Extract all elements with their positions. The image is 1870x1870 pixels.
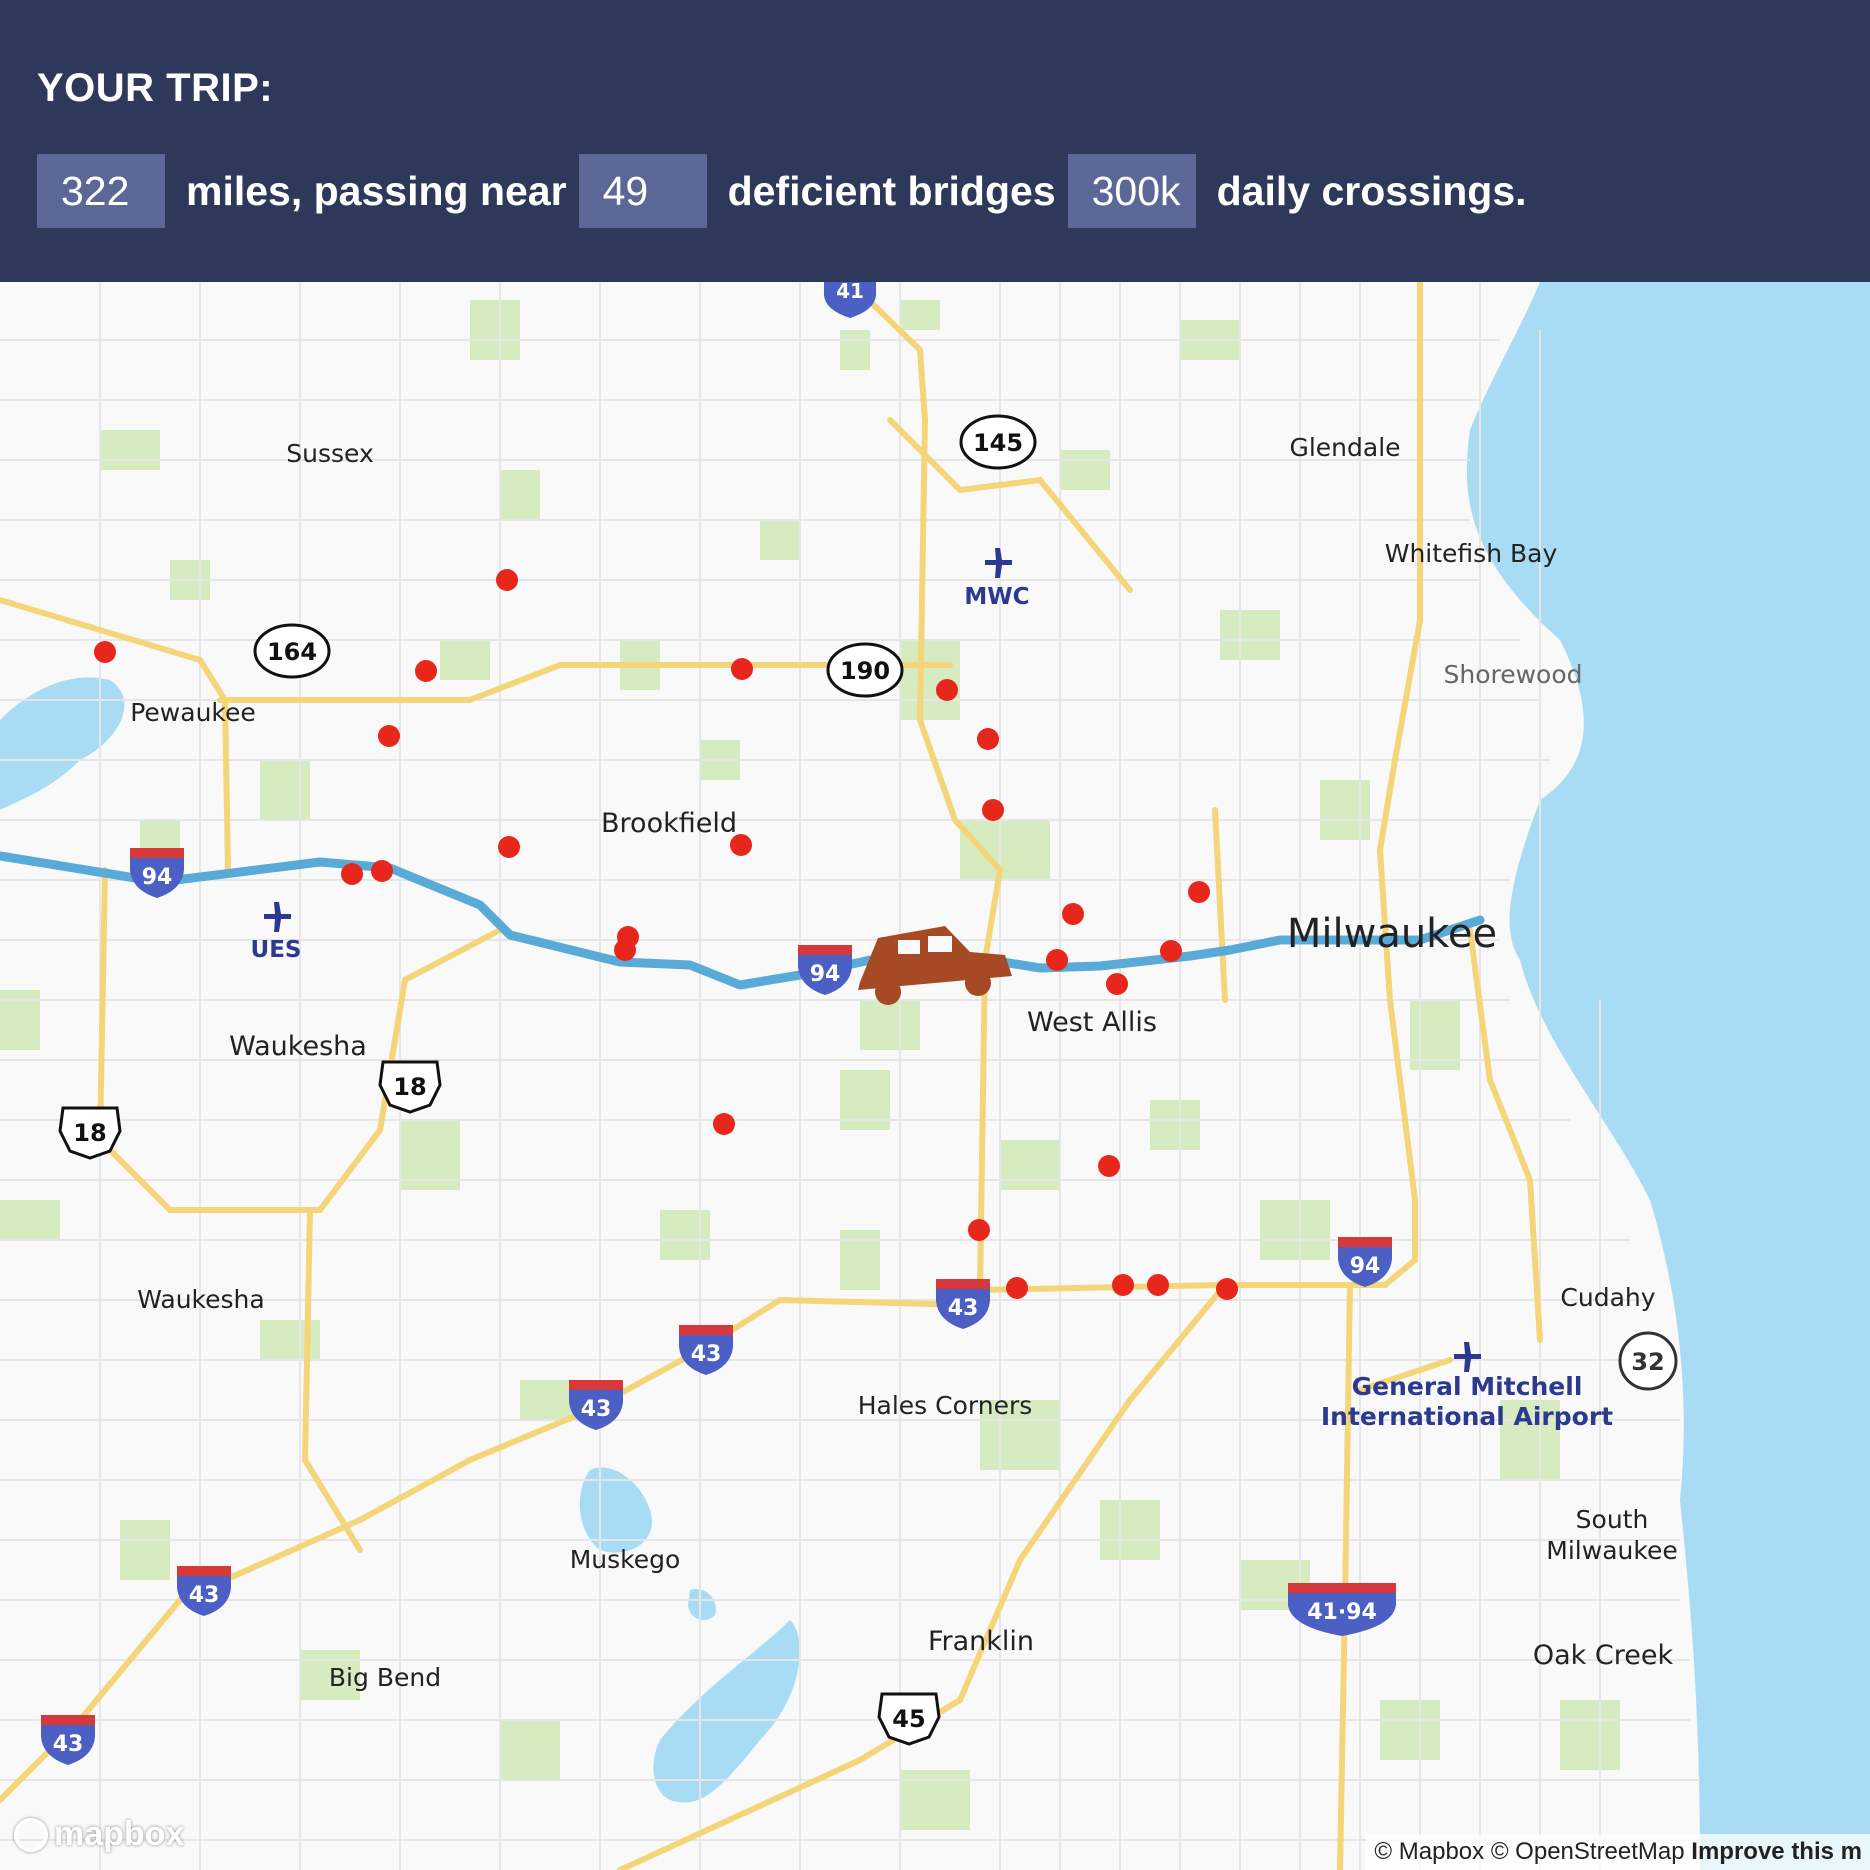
place-label-big-bend: Big Bend bbox=[329, 1663, 441, 1692]
place-label-oak-creek: Oak Creek bbox=[1533, 1640, 1674, 1671]
bridge-marker bbox=[731, 658, 753, 680]
bridge-marker bbox=[1106, 973, 1128, 995]
bridge-marker bbox=[968, 1219, 990, 1241]
place-label-waukesha: Waukesha bbox=[229, 1031, 367, 1062]
improve-map-link[interactable]: Improve this m bbox=[1691, 1838, 1862, 1865]
bridge-marker bbox=[614, 939, 636, 961]
airport-label-general-mitchell-1: General Mitchell bbox=[1352, 1372, 1583, 1401]
shield-sr190: 190 bbox=[826, 642, 904, 698]
svg-text:43: 43 bbox=[948, 1296, 979, 1321]
place-label-cudahy: Cudahy bbox=[1560, 1283, 1655, 1312]
place-label-muskego: Muskego bbox=[570, 1545, 681, 1574]
bridge-marker bbox=[1046, 949, 1068, 971]
trip-summary-header: YOUR TRIP: 322 miles, passing near 49 de… bbox=[0, 0, 1870, 282]
svg-text:18: 18 bbox=[73, 1119, 106, 1147]
svg-text:32: 32 bbox=[1631, 1348, 1664, 1376]
svg-text:41·94: 41·94 bbox=[1307, 1600, 1377, 1625]
svg-text:94: 94 bbox=[142, 865, 173, 890]
shield-us18-b: 18 bbox=[58, 1106, 122, 1160]
svg-text:164: 164 bbox=[267, 638, 317, 666]
map-canvas[interactable]: MWC UES General Mitchell International A… bbox=[0, 282, 1870, 1870]
place-label-waukesha-south: Waukesha bbox=[137, 1285, 264, 1314]
svg-text:94: 94 bbox=[1350, 1254, 1381, 1279]
airport-label-general-mitchell-2: International Airport bbox=[1321, 1402, 1613, 1431]
bridge-marker bbox=[94, 641, 116, 663]
svg-text:145: 145 bbox=[973, 429, 1023, 457]
bridge-marker bbox=[1216, 1278, 1238, 1300]
svg-text:18: 18 bbox=[393, 1073, 426, 1101]
bridge-marker bbox=[498, 836, 520, 858]
place-label-milwaukee: Milwaukee bbox=[1287, 911, 1497, 957]
bridge-marker bbox=[982, 799, 1004, 821]
place-label-whitefish-bay: Whitefish Bay bbox=[1385, 539, 1558, 568]
place-label-shorewood: Shorewood bbox=[1443, 660, 1582, 689]
airport-label-ues: UES bbox=[251, 937, 302, 963]
crossings-phrase: daily crossings. bbox=[1216, 167, 1527, 214]
svg-text:43: 43 bbox=[189, 1583, 220, 1608]
place-label-south-milwaukee-2: Milwaukee bbox=[1546, 1536, 1677, 1565]
bridge-marker bbox=[1006, 1277, 1028, 1299]
map-attribution: © Mapbox © OpenStreetMap Improve this m bbox=[1366, 1834, 1870, 1870]
bridge-marker bbox=[1160, 940, 1182, 962]
svg-text:43: 43 bbox=[53, 1732, 84, 1757]
shield-sr164: 164 bbox=[253, 623, 331, 679]
bridge-marker bbox=[378, 725, 400, 747]
place-label-glendale: Glendale bbox=[1289, 433, 1400, 462]
svg-text:190: 190 bbox=[840, 657, 890, 685]
bridge-marker bbox=[1098, 1155, 1120, 1177]
attribution-osm-link[interactable]: © OpenStreetMap bbox=[1491, 1838, 1685, 1865]
svg-text:43: 43 bbox=[581, 1397, 612, 1422]
svg-text:45: 45 bbox=[892, 1705, 925, 1733]
bridge-marker bbox=[1147, 1274, 1169, 1296]
bridge-marker bbox=[977, 728, 999, 750]
place-label-brookfield: Brookfield bbox=[601, 808, 737, 839]
place-label-west-allis: West Allis bbox=[1027, 1007, 1157, 1038]
attribution-mapbox-link[interactable]: © Mapbox bbox=[1374, 1838, 1484, 1865]
shield-sr145: 145 bbox=[959, 414, 1037, 470]
place-label-franklin: Franklin bbox=[928, 1626, 1034, 1657]
bridge-marker bbox=[415, 660, 437, 682]
place-label-south-milwaukee-1: South bbox=[1576, 1505, 1649, 1534]
shield-us45: 45 bbox=[877, 1692, 941, 1746]
mapbox-logo-text: mapbox bbox=[54, 1815, 185, 1853]
bridge-marker bbox=[1062, 903, 1084, 925]
trip-stats-row: 322 miles, passing near 49 deficient bri… bbox=[37, 154, 1539, 228]
miles-value: 322 bbox=[37, 154, 165, 228]
bridge-marker bbox=[936, 679, 958, 701]
mapbox-logo-icon bbox=[14, 1817, 48, 1852]
shield-sr32: 32 bbox=[1618, 1331, 1678, 1391]
bridges-value: 49 bbox=[578, 154, 707, 228]
mapbox-logo[interactable]: mapbox bbox=[14, 1815, 184, 1854]
bridge-marker bbox=[496, 569, 518, 591]
place-label-sussex: Sussex bbox=[286, 439, 374, 468]
bridge-marker bbox=[713, 1113, 735, 1135]
bridges-phrase: deficient bridges bbox=[727, 167, 1056, 214]
bridge-marker bbox=[341, 863, 363, 885]
place-label-hales-corners: Hales Corners bbox=[858, 1391, 1033, 1420]
bridge-marker bbox=[371, 860, 393, 882]
svg-text:41: 41 bbox=[836, 282, 864, 303]
svg-text:94: 94 bbox=[810, 962, 841, 987]
airport-label-mwc: MWC bbox=[964, 584, 1029, 610]
shield-us18-a: 18 bbox=[378, 1060, 442, 1114]
crossings-value: 300k bbox=[1067, 154, 1196, 228]
place-label-pewaukee: Pewaukee bbox=[130, 698, 256, 727]
bridge-marker bbox=[1188, 881, 1210, 903]
svg-text:43: 43 bbox=[691, 1342, 722, 1367]
trip-title: YOUR TRIP: bbox=[37, 66, 274, 110]
miles-phrase: miles, passing near bbox=[186, 167, 567, 214]
bridge-marker bbox=[1112, 1274, 1134, 1296]
